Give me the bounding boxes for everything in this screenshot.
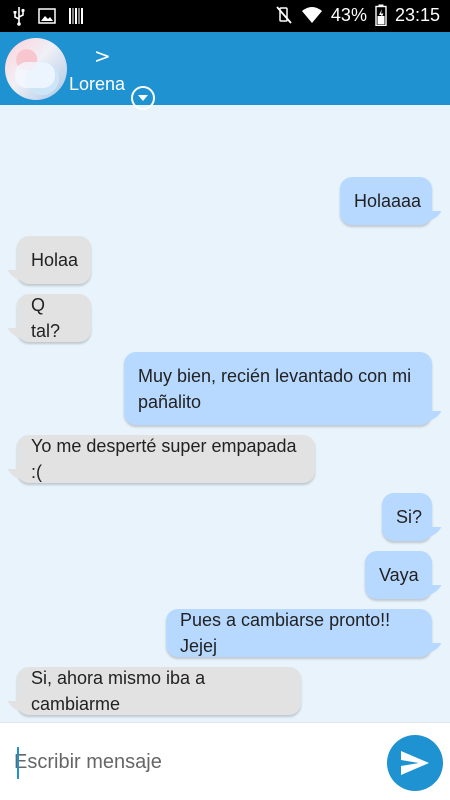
- mute-icon: [275, 5, 293, 25]
- message-text: Pues a cambiarse pronto!! Jejej: [180, 610, 391, 656]
- message-bubble-outgoing[interactable]: Pues a cambiarse pronto!! Jejej: [166, 609, 432, 657]
- message-text: Yo me desperté super empapada :(: [31, 436, 297, 482]
- message-text: Holaa: [31, 250, 79, 270]
- battery-icon: [375, 4, 387, 26]
- status-bar: 43% 23:15: [0, 0, 450, 32]
- contact-chevron-icon[interactable]: >: [94, 44, 111, 68]
- message-text: Muy bien, recién levantado con mi pañali…: [138, 365, 412, 412]
- clock: 23:15: [394, 4, 440, 25]
- wifi-icon: [301, 6, 323, 24]
- message-text: Holaaaa: [354, 191, 422, 211]
- battery-percent: 43%: [330, 4, 367, 25]
- message-text: Si, ahora mismo iba a cambiarme: [31, 668, 206, 714]
- message-text: Vaya: [379, 565, 419, 585]
- message-bubble-incoming[interactable]: Yo me desperté super empapada :(: [17, 435, 315, 483]
- send-icon: [401, 751, 429, 775]
- message-bubble-outgoing[interactable]: Si?: [382, 493, 432, 541]
- chevron-down-icon: [138, 95, 148, 101]
- message-bubble-incoming[interactable]: Si, ahora mismo iba a cambiarme: [17, 667, 301, 715]
- message-bubble-outgoing[interactable]: Holaaaa: [340, 177, 432, 225]
- message-bubble-incoming[interactable]: Q tal?: [17, 294, 91, 342]
- message-bubble-outgoing[interactable]: Vaya: [365, 551, 432, 599]
- text-cursor: [17, 747, 19, 779]
- image-icon: [38, 8, 56, 24]
- message-list[interactable]: Holaaaa Holaa Q tal? Muy bien, recién le…: [0, 105, 450, 722]
- barcode-icon: [68, 7, 84, 25]
- chat-header: > Lorena: [0, 32, 450, 110]
- message-text: Si?: [396, 507, 423, 527]
- contact-avatar[interactable]: [5, 38, 67, 100]
- send-button[interactable]: [387, 735, 443, 791]
- message-bubble-outgoing[interactable]: Muy bien, recién levantado con mi pañali…: [124, 352, 432, 425]
- usb-icon: [12, 6, 26, 26]
- contact-name[interactable]: Lorena: [69, 74, 125, 95]
- message-composer: [0, 722, 450, 800]
- message-bubble-incoming[interactable]: Holaa: [17, 236, 91, 284]
- message-text: Q tal?: [31, 295, 61, 341]
- message-input[interactable]: [14, 745, 374, 779]
